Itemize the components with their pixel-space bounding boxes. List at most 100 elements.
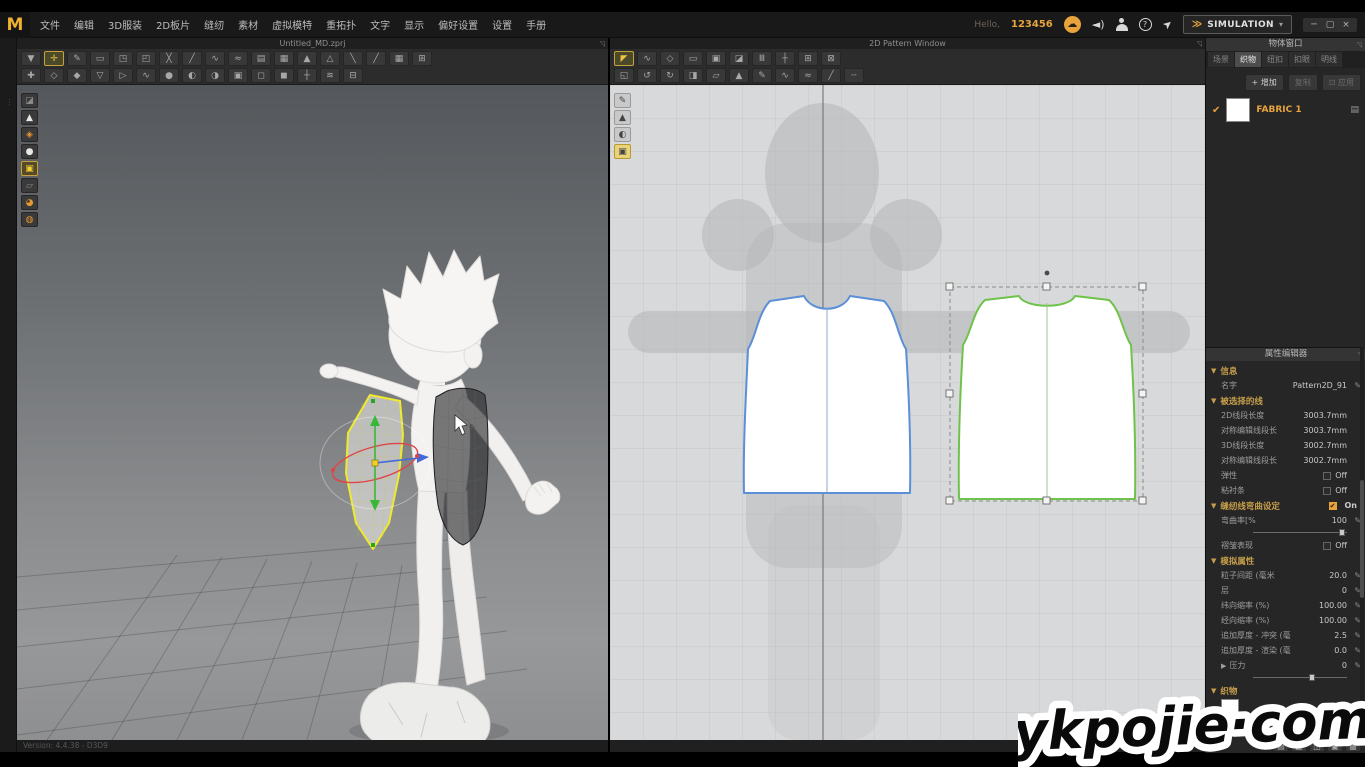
tool2d-move-2d[interactable]: ◱: [614, 68, 634, 83]
3d-window-titlebar[interactable]: Untitled_MD.zprj ◹: [17, 38, 608, 49]
tool2d-show-garment[interactable]: ▲: [729, 68, 749, 83]
menu-item[interactable]: 偏好设置: [438, 17, 478, 32]
menu-item[interactable]: 编辑: [74, 17, 94, 32]
section-curve[interactable]: ▼缝纫线弯曲设定 ✔ On: [1211, 498, 1361, 513]
tool3d-edit-texture[interactable]: ▷: [113, 68, 133, 83]
tab-buttonhole[interactable]: 扣眼: [1289, 52, 1315, 67]
tool3d-measure-tape[interactable]: ◻: [251, 68, 271, 83]
checkbox-off[interactable]: [1323, 542, 1331, 550]
tool3d-pin-remove[interactable]: ╳: [159, 51, 179, 66]
3d-viewport[interactable]: [17, 85, 608, 740]
selected-pattern-piece-2d[interactable]: [946, 271, 1146, 504]
tab-scene[interactable]: 场景: [1208, 52, 1234, 67]
tool3d-select-box[interactable]: ▭: [90, 51, 110, 66]
section-simulation[interactable]: ▼模拟属性: [1211, 553, 1361, 568]
tool3d-edit-seam[interactable]: ▽: [90, 68, 110, 83]
tool3d-measure[interactable]: ◼: [274, 68, 294, 83]
check-icon[interactable]: ✔: [1212, 105, 1220, 116]
tool2d-dart[interactable]: ┼: [775, 51, 795, 66]
tool3d-buttonhole[interactable]: ◐: [182, 68, 202, 83]
user-icon[interactable]: [1116, 18, 1128, 31]
tool2d-grid-off[interactable]: ⊠: [821, 51, 841, 66]
menu-item[interactable]: 2D板片: [156, 17, 190, 32]
toggle3d-show-pattern[interactable]: ◈: [21, 127, 38, 142]
tool2d-rotate-ccw[interactable]: ↺: [637, 68, 657, 83]
restore-button[interactable]: ▢: [1323, 20, 1337, 30]
2d-canvas[interactable]: [610, 85, 1205, 740]
menu-item[interactable]: 显示: [404, 17, 424, 32]
toggle3d-show-fabric[interactable]: ▣: [21, 161, 38, 176]
section-selected-line[interactable]: ▼被选择的线: [1211, 393, 1361, 408]
menu-item[interactable]: 重拓扑: [326, 17, 356, 32]
menu-item[interactable]: 素材: [238, 17, 258, 32]
tool3d-select-move[interactable]: ✛: [44, 51, 64, 66]
tool3d-avatar-show[interactable]: ▲: [297, 51, 317, 66]
tool2d-rotate-cw[interactable]: ↻: [660, 68, 680, 83]
tool2d-sew-segment[interactable]: ≈: [798, 68, 818, 83]
tool2d-unfold[interactable]: ▱: [706, 68, 726, 83]
toggle3d-show-mesh[interactable]: ▲: [21, 110, 38, 125]
property-editor-titlebar[interactable]: 属性编辑器 ◹: [1206, 348, 1365, 361]
fabric-swatch[interactable]: [1226, 98, 1250, 122]
tool3d-pin-drag[interactable]: ◳: [113, 51, 133, 66]
toggle2d-brush[interactable]: ✎: [614, 93, 631, 108]
toggle2d-show-garment[interactable]: ▲: [614, 110, 631, 125]
tool3d-drag-fold[interactable]: ◆: [67, 68, 87, 83]
tool3d-pin-box[interactable]: ◰: [136, 51, 156, 66]
menu-item[interactable]: 缝纫: [204, 17, 224, 32]
tab-button[interactable]: 纽扣: [1262, 52, 1288, 67]
checkbox-on[interactable]: ✔: [1329, 502, 1337, 510]
tool2d-edit-curve[interactable]: ∿: [637, 51, 657, 66]
tool3d-button[interactable]: ●: [159, 68, 179, 83]
section-info[interactable]: ▼信息: [1211, 363, 1361, 378]
2d-window-titlebar[interactable]: 2D Pattern Window ◹: [610, 38, 1205, 49]
tool2d-flip[interactable]: ◨: [683, 68, 703, 83]
toggle3d-show-world[interactable]: ◍: [21, 212, 38, 227]
minimize-button[interactable]: ─: [1307, 20, 1321, 30]
tool3d-select-mesh[interactable]: ✎: [67, 51, 87, 66]
speaker-icon[interactable]: ◄): [1092, 18, 1105, 31]
property-scrollbar[interactable]: [1360, 347, 1364, 739]
tool3d-move-pattern[interactable]: ✚: [21, 68, 41, 83]
curvature-slider[interactable]: [1253, 528, 1347, 536]
tool3d-fold-arrangement[interactable]: ◇: [44, 68, 64, 83]
tool2d-seam-angle[interactable]: ╱: [821, 68, 841, 83]
fabric-options-icon[interactable]: ▤: [1350, 105, 1359, 115]
menu-item[interactable]: 虚拟模特: [272, 17, 312, 32]
close-button[interactable]: ×: [1339, 20, 1353, 30]
tool2d-add-point[interactable]: ◇: [660, 51, 680, 66]
copy-fabric-button[interactable]: 复制: [1288, 74, 1318, 91]
toggle3d-show-avatar[interactable]: ●: [21, 144, 38, 159]
tool3d-garment-pair[interactable]: ▦: [274, 51, 294, 66]
cloud-account-icon[interactable]: ☁: [1064, 16, 1081, 33]
tool3d-simulate[interactable]: ▼: [21, 51, 41, 66]
popout-icon[interactable]: ◹: [1357, 39, 1362, 52]
tool2d-show-sewing[interactable]: ┄: [844, 68, 864, 83]
toggle2d-show-fabric[interactable]: ▣: [614, 144, 631, 159]
front-pattern-piece-2d[interactable]: [744, 296, 910, 493]
toggle3d-show-paper[interactable]: ▱: [21, 178, 38, 193]
menu-item[interactable]: 3D服装: [108, 17, 142, 32]
checkbox-off[interactable]: [1323, 487, 1331, 495]
menu-item[interactable]: 设置: [492, 17, 512, 32]
tool3d-avatar-size[interactable]: △: [320, 51, 340, 66]
tool3d-gravity[interactable]: ⊟: [343, 68, 363, 83]
toggle2d-info[interactable]: ◐: [614, 127, 631, 142]
tab-topstitch[interactable]: 明线: [1316, 52, 1342, 67]
tool3d-wind[interactable]: ≋: [320, 68, 340, 83]
tool3d-tape-avatar[interactable]: ╲: [343, 51, 363, 66]
tool3d-flatten-garment[interactable]: ▤: [251, 51, 271, 66]
tool2d-grid-on[interactable]: ⊞: [798, 51, 818, 66]
tool3d-grid-snap[interactable]: ▦: [389, 51, 409, 66]
tool2d-polygon[interactable]: ▭: [683, 51, 703, 66]
tool2d-rectangle[interactable]: ▣: [706, 51, 726, 66]
checkbox-off[interactable]: [1323, 472, 1331, 480]
pressure-slider[interactable]: [1253, 673, 1347, 681]
tool2d-circle[interactable]: ◪: [729, 51, 749, 66]
simulation-button[interactable]: ≫ SIMULATION ▾: [1183, 15, 1292, 34]
object-window-titlebar[interactable]: 物体窗口 ◹: [1206, 38, 1365, 51]
tool3d-sewing-free[interactable]: ∿: [205, 51, 225, 66]
tab-fabric[interactable]: 织物: [1235, 52, 1261, 67]
toggle3d-show-head[interactable]: ◕: [21, 195, 38, 210]
username-label[interactable]: 123456: [1011, 19, 1053, 30]
